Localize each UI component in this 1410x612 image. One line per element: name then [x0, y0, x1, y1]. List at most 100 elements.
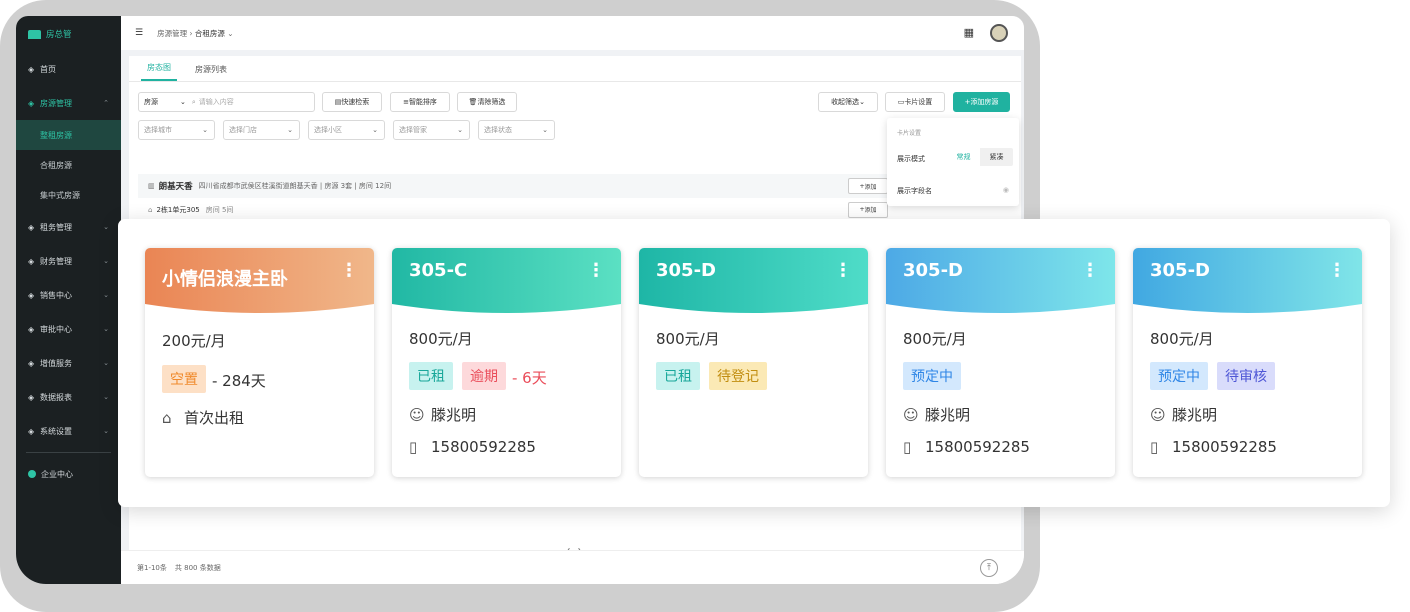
filter-select-placeholder: 选择城市: [144, 126, 172, 134]
filter-bar: 房源 ⌄ ⌕ 请输入内容 ▤ 快速检索 ≡ 智能排序 🗑 清除筛选 收起筛选 ⌄…: [138, 92, 1010, 140]
breadcrumb: 房源管理 › 合租房源 ⌄: [157, 28, 233, 39]
home-outline-icon: ⌂: [162, 408, 172, 427]
room-add-button[interactable]: + 添加: [848, 201, 888, 218]
card-person-row: ☺ 滕兆明: [409, 404, 476, 425]
filter-select[interactable]: 选择状态 ⌄: [478, 120, 555, 140]
sidebar-subitem[interactable]: 合租房源: [16, 150, 121, 180]
type-select[interactable]: 房源: [144, 97, 180, 107]
more-vertical-icon[interactable]: ⋮: [340, 262, 358, 280]
sidebar-subitem-label: 合租房源: [40, 160, 72, 170]
breadcrumb-parent[interactable]: 房源管理: [157, 29, 187, 38]
apps-grid-icon[interactable]: ▦: [964, 26, 974, 39]
filter-select[interactable]: 选择门店 ⌄: [223, 120, 300, 140]
tab-room-map[interactable]: 房态图: [141, 62, 177, 81]
brand-name: 房总管: [46, 30, 72, 40]
tab-house-list[interactable]: 房源列表: [189, 64, 233, 81]
clear-filter-button[interactable]: 🗑 清除筛选: [457, 92, 517, 112]
chevron-down-icon: ⌄: [103, 359, 109, 367]
card-title: 305-D: [1150, 260, 1210, 281]
room-card[interactable]: 305-D ⋮ 800元/月 预定中 ☺ 滕兆明 ▯ 15800592285: [886, 248, 1115, 477]
sidebar-item-label: 系统设置: [40, 426, 72, 436]
room-card[interactable]: 305-C ⋮ 800元/月 已租 逾期 - 6天 ☺ 滕兆明 ▯ 15800592285: [392, 248, 621, 477]
quick-search-label: 快速检索: [341, 98, 370, 106]
sidebar-item[interactable]: ◈ 数据报表 ⌄: [16, 380, 121, 414]
card-person-row: ☺ 滕兆明: [903, 404, 970, 425]
mode-normal-option[interactable]: 常规: [947, 148, 980, 166]
smart-sort-button[interactable]: ≡ 智能排序: [390, 92, 450, 112]
sidebar-item-label: 销售中心: [40, 290, 72, 300]
sidebar-item[interactable]: ◈ 首页: [16, 52, 121, 86]
card-settings-button[interactable]: ▭ 卡片设置: [885, 92, 945, 112]
enterprise-icon: [28, 470, 36, 478]
status-tag: 预定中: [903, 362, 961, 390]
card-person-row: ☺ 滕兆明: [1150, 404, 1217, 425]
card-header: [392, 248, 621, 318]
card-header-bg: [1133, 248, 1362, 313]
collapse-filter-button[interactable]: 收起筛选 ⌄: [818, 92, 878, 112]
trash-icon: 🗑: [468, 98, 478, 106]
card-phone-row: ▯ 15800592285: [409, 438, 536, 456]
more-vertical-icon[interactable]: ⋮: [834, 262, 852, 280]
house-name: 朗基天香: [158, 182, 193, 192]
chevron-down-icon[interactable]: ⌄: [180, 98, 186, 106]
breadcrumb-current[interactable]: 合租房源: [195, 29, 225, 38]
filter-select[interactable]: 选择城市 ⌄: [138, 120, 215, 140]
sidebar-item[interactable]: ◈ 系统设置 ⌄: [16, 414, 121, 448]
card-phone-row: ▯ 15800592285: [903, 438, 1030, 456]
card-phone-number: 15800592285: [925, 438, 1030, 456]
menu-toggle-icon[interactable]: ☰: [135, 28, 143, 38]
more-vertical-icon[interactable]: ⋮: [1081, 262, 1099, 280]
filter-select[interactable]: 选择小区 ⌄: [308, 120, 385, 140]
show-field-label: 展示字段名: [897, 187, 932, 195]
room-card[interactable]: 305-D ⋮ 800元/月 预定中 待审核 ☺ 滕兆明 ▯ 15800592285: [1133, 248, 1362, 477]
chevron-down-icon[interactable]: ⌄: [227, 29, 233, 38]
more-vertical-icon[interactable]: ⋮: [587, 262, 605, 280]
sidebar-subitem[interactable]: 整租房源: [16, 120, 121, 150]
building-icon: ◈: [28, 98, 35, 108]
chevron-down-icon: ⌄: [103, 257, 109, 265]
sidebar-item[interactable]: ◈ 租务管理 ⌄: [16, 210, 121, 244]
chevron-down-icon: ⌄: [372, 126, 378, 134]
chevron-down-icon: ⌄: [202, 126, 208, 134]
avatar[interactable]: [990, 24, 1008, 42]
sidebar-item-label: 增值服务: [40, 358, 72, 368]
card-phone-number: 15800592285: [1172, 438, 1277, 456]
room-card[interactable]: 305-D ⋮ 800元/月 已租 待登记: [639, 248, 868, 477]
sidebar-item-enterprise[interactable]: 企业中心: [16, 457, 121, 491]
sidebar-item[interactable]: ◈ 增值服务 ⌄: [16, 346, 121, 380]
card-settings-label: 卡片设置: [904, 98, 933, 106]
add-house-button[interactable]: + 添加房源: [953, 92, 1010, 112]
page-range: 第1-10条: [137, 563, 167, 572]
service-icon: ◈: [28, 358, 35, 368]
sidebar-item[interactable]: ◈ 财务管理 ⌄: [16, 244, 121, 278]
room-add-label: 添加: [864, 207, 877, 214]
brand-logo[interactable]: 房总管: [16, 16, 121, 52]
eye-icon[interactable]: ◉: [1003, 186, 1009, 194]
status-tag: 空置: [162, 365, 206, 393]
chevron-down-icon: ⌄: [103, 393, 109, 401]
more-vertical-icon[interactable]: ⋮: [1328, 262, 1346, 280]
mode-compact-option[interactable]: 紧凑: [980, 148, 1013, 166]
status-tag: 预定中: [1150, 362, 1208, 390]
sidebar-item[interactable]: ◈ 房源管理 ⌃: [16, 86, 121, 120]
card-person-name: 滕兆明: [925, 406, 971, 424]
approval-icon: ◈: [28, 324, 35, 334]
card-phone-row: ▯ 15800592285: [1150, 438, 1277, 456]
sidebar-subitem[interactable]: 集中式房源: [16, 180, 121, 210]
search-icon: ⌕: [191, 97, 196, 106]
card-header: [1133, 248, 1362, 318]
sidebar-item[interactable]: ◈ 销售中心 ⌄: [16, 278, 121, 312]
house-add-button[interactable]: + 添加: [848, 178, 888, 194]
card-person-name: 滕兆明: [1172, 406, 1218, 424]
card-price: 200元/月: [162, 332, 226, 350]
filter-select[interactable]: 选择管家 ⌄: [393, 120, 470, 140]
room-card[interactable]: 小情侣浪漫主卧 ⋮ 200元/月 空置 - 284天 ⌂ 首次出租: [145, 248, 374, 477]
card-title: 305-C: [409, 260, 468, 281]
search-input[interactable]: 请输入内容: [199, 97, 234, 107]
sidebar-item[interactable]: ◈ 审批中心 ⌄: [16, 312, 121, 346]
back-to-top-icon[interactable]: ⤒: [980, 559, 998, 577]
sales-icon: ◈: [28, 290, 35, 300]
quick-search-button[interactable]: ▤ 快速检索: [322, 92, 382, 112]
card-info-text: 首次出租: [184, 409, 245, 427]
filter-select-placeholder: 选择管家: [399, 126, 427, 134]
